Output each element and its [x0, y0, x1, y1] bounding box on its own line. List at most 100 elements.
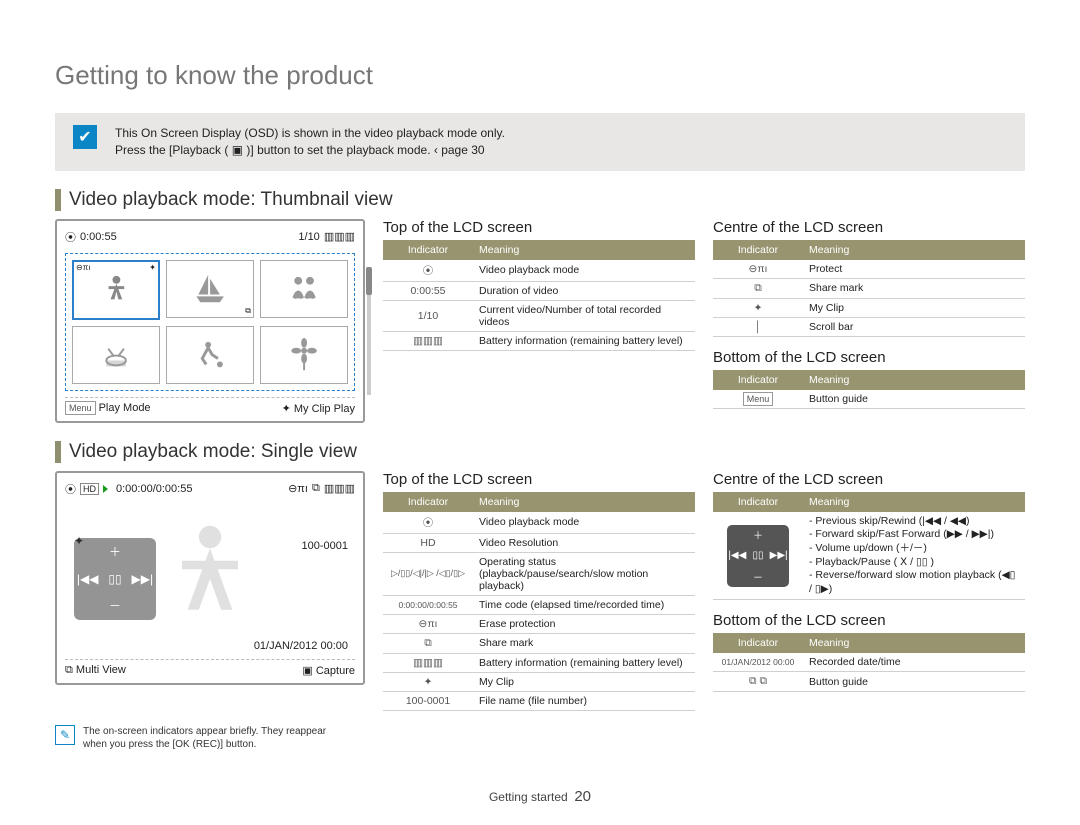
page-footer: Getting started 20 [0, 788, 1080, 805]
myclip-play-label: My Clip Play [294, 403, 355, 415]
control-pad-icon: ＋ |◀◀▯▯▶▶| － [727, 525, 789, 587]
single-bottom-table: IndicatorMeaning 01/JAN/2012 00:00Record… [713, 633, 1025, 692]
mean-cell: Share mark [473, 633, 695, 653]
th-meaning: Meaning [803, 633, 1025, 653]
mean-cell: Recorded date/time [803, 653, 1025, 672]
lcd-single: ⦿ HD 0:00:00/0:00:55 ⊖πı ⧉ ▥▥▥ ✦ ＋ |◀◀▯▯… [55, 471, 365, 685]
thumbnail-selected[interactable]: ⊖πı ✦ [72, 260, 160, 320]
ind-cell: Menu [743, 392, 774, 406]
drums-icon [86, 335, 146, 374]
scrollbar-knob[interactable] [366, 267, 372, 295]
mean-cell: My Clip [803, 298, 1025, 317]
subhead-centre: Centre of the LCD screen [713, 471, 1025, 488]
scrollbar[interactable] [367, 267, 371, 395]
info-note: ✔ This On Screen Display (OSD) is shown … [55, 113, 1025, 171]
single-row: ⦿ HD 0:00:00/0:00:55 ⊖πı ⧉ ▥▥▥ ✦ ＋ |◀◀▯▯… [55, 471, 1025, 711]
ind-cell: │ [713, 317, 803, 336]
thumbnail[interactable]: ⧉ [166, 260, 254, 318]
prev-skip-icon[interactable]: |◀◀ [74, 565, 101, 592]
ind-cell: ⊖πı [383, 614, 473, 633]
mean-cell: File name (file number) [473, 691, 695, 710]
share-icon: ⧉ [312, 482, 320, 495]
sailboat-icon [180, 269, 240, 308]
th-indicator: Indicator [713, 492, 803, 512]
subhead-bottom: Bottom of the LCD screen [713, 612, 1025, 629]
ind-cell: 0:00:55 [383, 281, 473, 300]
thumbnail[interactable] [72, 326, 160, 384]
note-line2b: )] button to set the playback mode. ‹ pa… [246, 143, 484, 157]
video-mode-icon: ⦿ [65, 229, 76, 245]
ind-cell: HD [383, 533, 473, 552]
page-title: Getting to know the product [55, 60, 1025, 91]
mean-cell: My Clip [473, 672, 695, 691]
ind-cell: ▥▥▥ [383, 331, 473, 350]
multiview-label: Multi View [76, 664, 126, 676]
protect-icon: ⊖πı [76, 263, 90, 272]
myclip-small-icon: ✦ [282, 403, 291, 415]
single-right-col: Centre of the LCD screen IndicatorMeanin… [713, 471, 1025, 693]
note-line2a: Press the [Playback ( [115, 143, 228, 157]
th-meaning: Meaning [473, 240, 695, 260]
ind-cell: ⊖πı [713, 260, 803, 279]
mean-cell: Protect [803, 260, 1025, 279]
check-icon: ✔ [73, 125, 97, 149]
thumbnail[interactable] [260, 260, 348, 318]
th-meaning: Meaning [803, 370, 1025, 390]
mean-cell: Operating status (playback/pause/search/… [473, 552, 695, 595]
plus-icon[interactable]: ＋ [101, 538, 128, 565]
mean-cell: Battery information (remaining battery l… [473, 653, 695, 672]
th-indicator: Indicator [713, 370, 803, 390]
count-text: 1/10 [298, 231, 319, 243]
mean-cell: Button guide [803, 390, 1025, 409]
mean-cell: Share mark [803, 278, 1025, 298]
footer-page-number: 20 [574, 788, 591, 805]
flower-icon [274, 335, 334, 374]
play-mode-label: Play Mode [99, 402, 151, 414]
ind-cell: ⧉ [713, 278, 803, 298]
subhead-centre: Centre of the LCD screen [713, 219, 1025, 236]
play-icon [103, 483, 112, 495]
mean-cell: Time code (elapsed time/recorded time) [473, 595, 695, 614]
th-indicator: Indicator [713, 240, 803, 260]
ind-cell: 1/10 [383, 300, 473, 331]
section-title: Video playback mode: Single view [69, 441, 357, 463]
footnote: ✎ The on-screen indicators appear briefl… [55, 725, 1025, 751]
control-pad[interactable]: ＋ |◀◀▯▯▶▶| － [74, 538, 156, 620]
minus-icon[interactable]: － [101, 592, 128, 619]
thumb-centre-table: IndicatorMeaning ⊖πıProtect ⧉Share mark … [713, 240, 1025, 337]
mean-cell: Video playback mode [473, 512, 695, 534]
thumbnail[interactable] [260, 326, 348, 384]
mean-cell: Current video/Number of total recorded v… [473, 300, 695, 331]
mean-cell: - Previous skip/Rewind (|◀◀ / ◀◀) - Forw… [803, 512, 1025, 600]
pause-icon[interactable]: ▯▯ [101, 565, 128, 592]
duration-text: 0:00:55 [80, 231, 117, 243]
ind-cell: 0:00:00/0:00:55 [383, 595, 473, 614]
menu-button-icon[interactable]: Menu [65, 401, 96, 415]
thumb-row: ⦿ 0:00:55 1/10 ▥▥▥ ⊖πı ✦ ⧉ [55, 219, 1025, 423]
thumb-top-table: IndicatorMeaning ⦿Video playback mode 0:… [383, 240, 695, 351]
dancer-icon [87, 270, 146, 309]
pencil-icon: ✎ [55, 725, 75, 745]
accent-bar-icon [55, 441, 61, 463]
single-top-table: IndicatorMeaning ⦿Video playback mode HD… [383, 492, 695, 711]
ind-cell: 100-0001 [383, 691, 473, 710]
single-centre-table: IndicatorMeaning ＋ |◀◀▯▯▶▶| － - Previous… [713, 492, 1025, 601]
mean-cell: Video Resolution [473, 533, 695, 552]
subhead-top: Top of the LCD screen [383, 471, 695, 488]
section-title: Video playback mode: Thumbnail view [69, 189, 393, 211]
mean-cell: Battery information (remaining battery l… [473, 331, 695, 350]
th-indicator: Indicator [383, 240, 473, 260]
info-note-text: This On Screen Display (OSD) is shown in… [115, 125, 505, 159]
thumbnail[interactable] [166, 326, 254, 384]
single-top-col: Top of the LCD screen IndicatorMeaning ⦿… [383, 471, 695, 711]
soccer-icon [180, 335, 240, 374]
mean-cell: Button guide [803, 672, 1025, 692]
share-icon: ⧉ [245, 306, 251, 316]
ind-cell: ▷/▯▯/◁|/|▷ /◁▯/▯▷ [383, 552, 473, 595]
ind-cell: ▥▥▥ [383, 653, 473, 672]
mean-cell: Scroll bar [803, 317, 1025, 336]
thumb-bottom-table: IndicatorMeaning Menu Button guide [713, 370, 1025, 409]
accent-bar-icon [55, 189, 61, 211]
ind-cell: ⧉ [383, 633, 473, 653]
next-skip-icon[interactable]: ▶▶| [129, 565, 156, 592]
